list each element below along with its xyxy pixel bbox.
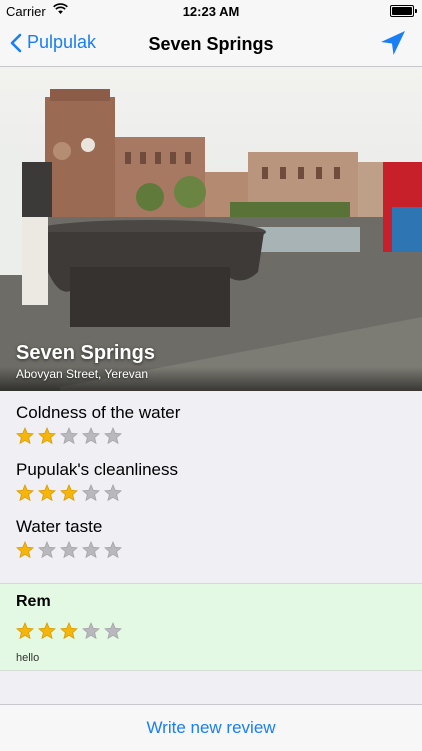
- place-address: Abovyan Street, Yerevan: [16, 367, 149, 381]
- star-rating: [16, 541, 422, 559]
- star-empty-icon: [104, 427, 122, 445]
- location-arrow-icon: [381, 31, 405, 55]
- criterion-label: Coldness of the water: [16, 403, 181, 422]
- criterion-taste: Water taste: [0, 505, 422, 562]
- place-name: Seven Springs: [16, 342, 155, 364]
- battery-icon: [390, 5, 417, 17]
- star-filled-icon: [16, 622, 34, 640]
- footer-bar: Write new review: [0, 704, 422, 751]
- place-hero: Seven Springs Abovyan Street, Yerevan: [0, 67, 422, 391]
- star-empty-icon: [82, 622, 100, 640]
- star-empty-icon: [104, 541, 122, 559]
- star-filled-icon: [16, 427, 34, 445]
- star-filled-icon: [38, 427, 56, 445]
- star-empty-icon: [104, 484, 122, 502]
- status-time: 12:23 AM: [182, 4, 240, 19]
- star-empty-icon: [38, 541, 56, 559]
- star-filled-icon: [60, 622, 78, 640]
- page-title: Seven Springs: [148, 34, 274, 54]
- criterion-label: Pupulak's cleanliness: [16, 460, 179, 479]
- star-filled-icon: [38, 622, 56, 640]
- criterion-coldness: Coldness of the water: [0, 391, 422, 448]
- star-filled-icon: [16, 541, 34, 559]
- star-empty-icon: [82, 484, 100, 502]
- star-empty-icon: [82, 541, 100, 559]
- review-star-rating: [16, 622, 122, 640]
- status-bar: Carrier 12:23 AM: [0, 0, 422, 22]
- star-empty-icon: [104, 622, 122, 640]
- star-filled-icon: [60, 484, 78, 502]
- write-review-button[interactable]: Write new review: [0, 705, 422, 751]
- rating-criteria-list: Coldness of the water Pupulak's cleanlin…: [0, 391, 422, 562]
- star-empty-icon: [60, 427, 78, 445]
- star-filled-icon: [38, 484, 56, 502]
- star-empty-icon: [82, 427, 100, 445]
- star-empty-icon: [60, 541, 78, 559]
- review-card[interactable]: Rem hello: [0, 583, 422, 671]
- location-button[interactable]: [378, 28, 408, 63]
- star-rating: [16, 484, 422, 502]
- star-rating: [16, 427, 422, 445]
- criterion-cleanliness: Pupulak's cleanliness: [0, 448, 422, 505]
- star-filled-icon: [16, 484, 34, 502]
- criterion-label: Water taste: [16, 517, 103, 536]
- review-text: hello: [16, 652, 40, 664]
- navigation-bar: Pulpulak Seven Springs: [0, 22, 422, 67]
- review-author: Rem: [16, 593, 51, 610]
